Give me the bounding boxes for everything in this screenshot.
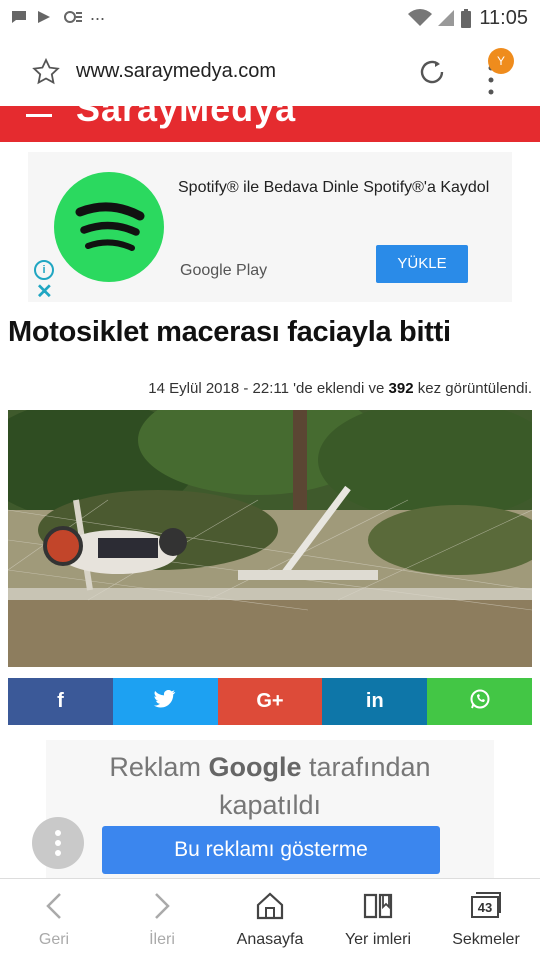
install-button[interactable]: YÜKLE: [376, 245, 468, 283]
site-header: SarayMedya: [0, 106, 540, 142]
twitter-share-button[interactable]: [112, 678, 218, 725]
linkedin-share-button[interactable]: in: [322, 678, 428, 725]
share-bar: f G+ in: [8, 678, 532, 725]
signal-icon: [436, 9, 456, 31]
url-field[interactable]: www.saraymedya.com: [76, 60, 276, 83]
closed-ad-word-closed: kapatıldı: [218, 790, 322, 820]
more-notifications-text: ...: [90, 4, 106, 24]
nav-tabs-button[interactable]: 43 Sekmeler: [432, 879, 540, 961]
spotify-logo-icon: [54, 172, 164, 282]
nav-home-button[interactable]: Anasayfa: [216, 879, 324, 961]
closed-ad-message: Reklam Google tarafından kapatıldı: [46, 748, 494, 824]
article-meta: 14 Eylül 2018 - 22:11 'de eklendi ve 392…: [148, 380, 532, 397]
ad-store-label: Google Play: [180, 262, 268, 279]
closed-ad-panel: Reklam Google tarafından kapatıldı Bu re…: [46, 740, 494, 878]
ad-headline: Spotify® ile Bedava Dinle Spotify®'a Kay…: [178, 179, 490, 196]
ad-close-icon[interactable]: ✕: [36, 282, 53, 302]
tabs-icon: 43: [470, 891, 502, 919]
bookmark-star-icon[interactable]: [32, 57, 60, 91]
facebook-icon: f: [57, 690, 64, 712]
fab-dot-icon: [55, 840, 61, 846]
battery-icon: [460, 9, 472, 33]
dont-show-ad-button[interactable]: Bu reklamı gösterme: [102, 826, 440, 874]
article-title: Motosiklet macerası faciayla bitti: [8, 316, 451, 348]
nav-back-button[interactable]: Geri: [0, 879, 108, 961]
site-logo[interactable]: SarayMedya: [76, 106, 296, 130]
sync-icon: [62, 9, 84, 29]
fab-dot-icon: [55, 830, 61, 836]
tab-count: 43: [477, 900, 493, 915]
facebook-share-button[interactable]: f: [8, 678, 113, 725]
profile-avatar[interactable]: Y: [488, 48, 514, 74]
status-bar: ... 11:05: [0, 0, 540, 38]
message-icon: [10, 9, 28, 29]
home-icon: [255, 891, 285, 926]
ad-info-icon[interactable]: i: [34, 260, 54, 280]
back-arrow-icon: [44, 891, 64, 926]
address-bar: www.saraymedya.com Y: [0, 38, 540, 106]
fab-dot-icon: [55, 850, 61, 856]
bookmarks-book-icon: [362, 891, 394, 926]
google-wordmark: Google: [208, 752, 302, 782]
google-plus-icon: G+: [256, 690, 284, 712]
nav-forward-label: İleri: [149, 931, 175, 948]
forward-arrow-icon: [152, 891, 172, 926]
nav-tabs-label: Sekmeler: [452, 931, 520, 948]
floating-menu-button[interactable]: [32, 817, 84, 869]
article-added-text: 'de eklendi ve: [293, 380, 385, 397]
closed-ad-word-reklam: Reklam: [109, 752, 201, 782]
wifi-icon: [408, 9, 432, 31]
article-photo[interactable]: [8, 410, 532, 667]
linkedin-icon: in: [365, 690, 384, 712]
closed-ad-word-by: tarafından: [308, 752, 431, 782]
whatsapp-share-button[interactable]: [427, 678, 532, 725]
nav-back-label: Geri: [38, 931, 70, 948]
whatsapp-icon: [469, 688, 491, 716]
nav-bookmarks-label: Yer imleri: [344, 931, 412, 948]
google-plus-share-button[interactable]: G+: [217, 678, 323, 725]
bottom-navigation: Geri İleri Anasayfa Yer imleri 43 Sekmel…: [0, 878, 540, 961]
nav-forward-button[interactable]: İleri: [108, 879, 216, 961]
clock: 11:05: [479, 7, 528, 29]
view-count: 392: [388, 380, 414, 397]
views-suffix: kez görüntülendi.: [417, 380, 532, 397]
spotify-ad[interactable]: Spotify® ile Bedava Dinle Spotify®'a Kay…: [28, 152, 512, 302]
twitter-icon: [154, 689, 176, 714]
reload-icon[interactable]: [416, 56, 448, 93]
hamburger-menu-icon[interactable]: [26, 114, 52, 117]
nav-home-label: Anasayfa: [236, 931, 304, 948]
play-flag-icon: [36, 9, 54, 29]
nav-bookmarks-button[interactable]: Yer imleri: [324, 879, 432, 961]
article-date: 14 Eylül 2018 - 22:11: [148, 380, 289, 397]
